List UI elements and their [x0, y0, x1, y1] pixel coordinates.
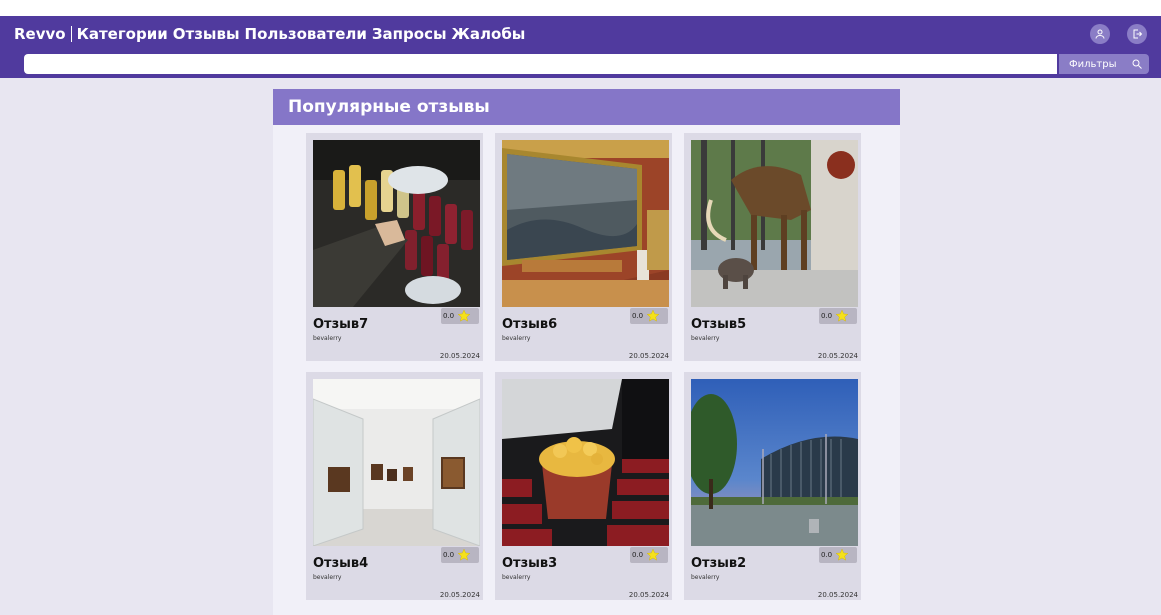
- rating-value: 0.0: [821, 551, 833, 559]
- stadium-photo: [691, 379, 858, 546]
- review-date: 20.05.2024: [628, 352, 669, 360]
- rating-badge: 0.0: [819, 308, 857, 324]
- filters-button[interactable]: Фильтры: [1059, 54, 1149, 74]
- review-date: 20.05.2024: [439, 352, 480, 360]
- review-image: [502, 379, 669, 546]
- review-title: Отзыв5: [691, 317, 747, 332]
- review-card[interactable]: 0.0 Отзыв3 bevalerry 20.05.2024: [495, 372, 672, 600]
- rating-badge: 0.0: [630, 308, 668, 324]
- popcorn-cinema-photo: [502, 379, 669, 546]
- nav-link-users[interactable]: Пользователи: [245, 25, 367, 43]
- painting-gallery-photo: [502, 140, 669, 307]
- review-date: 20.05.2024: [628, 591, 669, 599]
- popular-reviews-panel: Популярные отзывы 0.0 Отзыв7 bevalerry 2…: [273, 89, 900, 615]
- star-icon: [457, 309, 471, 322]
- rating-badge: 0.0: [819, 547, 857, 563]
- review-date: 20.05.2024: [817, 352, 858, 360]
- filters-label: Фильтры: [1069, 58, 1117, 70]
- rating-value: 0.0: [443, 312, 455, 320]
- rating-value: 0.0: [632, 312, 644, 320]
- star-icon: [457, 548, 471, 561]
- brand-divider: [70, 26, 72, 42]
- review-title: Отзыв7: [313, 317, 369, 332]
- review-author[interactable]: bevalerry: [502, 335, 530, 342]
- user-icon: [1095, 29, 1105, 39]
- review-title: Отзыв3: [502, 556, 558, 571]
- review-card[interactable]: 0.0 Отзыв6 bevalerry 20.05.2024: [495, 133, 672, 361]
- rating-badge: 0.0: [630, 547, 668, 563]
- review-card[interactable]: 0.0 Отзыв5 bevalerry 20.05.2024: [684, 133, 861, 361]
- review-image: [502, 140, 669, 307]
- rating-value: 0.0: [821, 312, 833, 320]
- glass-gallery-photo: [313, 379, 480, 546]
- review-title: Отзыв4: [313, 556, 369, 571]
- nav-link-categories[interactable]: Категории: [77, 25, 168, 43]
- search-input[interactable]: [24, 54, 1057, 74]
- review-image: [691, 140, 858, 307]
- star-icon: [835, 309, 849, 322]
- review-card[interactable]: 0.0 Отзыв7 bevalerry 20.05.2024: [306, 133, 483, 361]
- review-date: 20.05.2024: [439, 591, 480, 599]
- review-image: [313, 379, 480, 546]
- star-icon: [646, 548, 660, 561]
- review-image: [313, 140, 480, 307]
- bottles-photo: [313, 140, 480, 307]
- review-image: [691, 379, 858, 546]
- brand-logo[interactable]: Revvo: [14, 25, 66, 43]
- navbar: Revvo Категории Отзывы Пользователи Запр…: [0, 16, 1161, 78]
- search-icon: [1132, 59, 1142, 69]
- reviews-grid: 0.0 Отзыв7 bevalerry 20.05.2024 0.0 Отзы…: [306, 133, 861, 600]
- review-author[interactable]: bevalerry: [313, 574, 341, 581]
- search-bar: Фильтры: [24, 54, 1149, 74]
- mammoth-skeleton-photo: [691, 140, 858, 307]
- rating-value: 0.0: [443, 551, 455, 559]
- review-date: 20.05.2024: [817, 591, 858, 599]
- review-author[interactable]: bevalerry: [313, 335, 341, 342]
- rating-badge: 0.0: [441, 308, 479, 324]
- review-title: Отзыв6: [502, 317, 558, 332]
- review-author[interactable]: bevalerry: [691, 574, 719, 581]
- review-author[interactable]: bevalerry: [691, 335, 719, 342]
- nav-link-reviews[interactable]: Отзывы: [173, 25, 240, 43]
- review-card[interactable]: 0.0 Отзыв2 bevalerry 20.05.2024: [684, 372, 861, 600]
- logout-icon: [1133, 29, 1143, 39]
- review-title: Отзыв2: [691, 556, 747, 571]
- logout-button[interactable]: [1127, 24, 1147, 44]
- star-icon: [835, 548, 849, 561]
- profile-button[interactable]: [1090, 24, 1110, 44]
- panel-title: Популярные отзывы: [288, 97, 490, 117]
- top-strip: [0, 0, 1161, 16]
- review-card[interactable]: 0.0 Отзыв4 bevalerry 20.05.2024: [306, 372, 483, 600]
- star-icon: [646, 309, 660, 322]
- panel-header: Популярные отзывы: [273, 89, 900, 125]
- rating-badge: 0.0: [441, 547, 479, 563]
- rating-value: 0.0: [632, 551, 644, 559]
- nav-link-complaints[interactable]: Жалобы: [452, 25, 526, 43]
- nav-row: Revvo Категории Отзывы Пользователи Запр…: [14, 25, 530, 43]
- review-author[interactable]: bevalerry: [502, 574, 530, 581]
- nav-link-requests[interactable]: Запросы: [372, 25, 447, 43]
